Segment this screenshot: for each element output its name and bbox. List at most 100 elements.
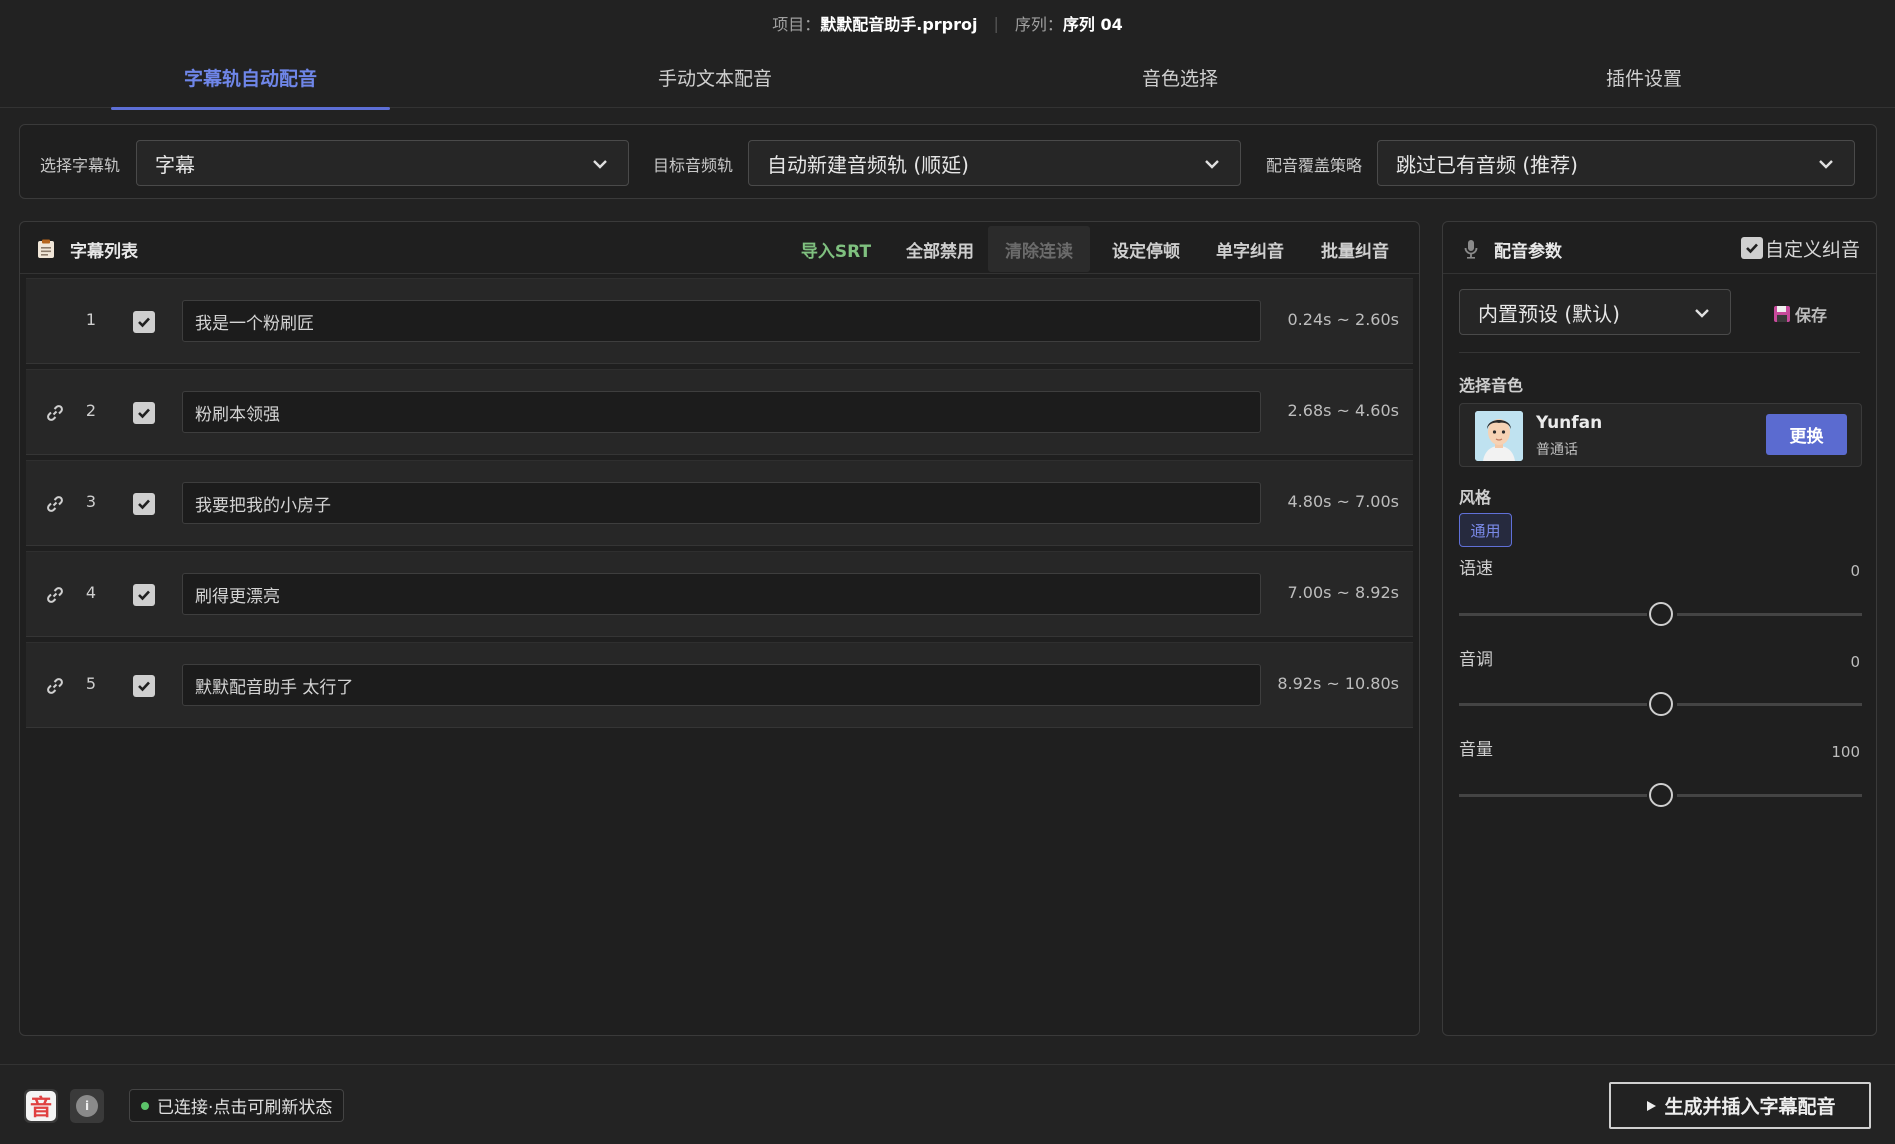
pitch-label: 音调 <box>1459 650 1493 670</box>
subtitle-list-header: 字幕列表 导入SRT 全部禁用 清除连读 设定停顿 单字纠音 批量纠音 <box>20 222 1419 274</box>
slider-track-left <box>1459 703 1647 706</box>
subtitle-row: 1 我是一个粉刷匠 0.24s ~ 2.60s <box>26 278 1413 364</box>
link-icon[interactable] <box>46 495 64 513</box>
save-preset-label: 保存 <box>1795 306 1828 325</box>
selector-bar: 选择字幕轨 字幕 目标音频轨 自动新建音频轨 (顺延) 配音覆盖策略 跳过已有音… <box>19 124 1877 199</box>
row-time-range: 4.80s ~ 7.00s <box>1287 492 1400 511</box>
subtitle-track-select[interactable]: 字幕 <box>136 140 629 186</box>
floppy-disk-icon <box>1774 306 1790 322</box>
row-enable-checkbox[interactable] <box>133 493 155 515</box>
single-correct-button[interactable]: 单字纠音 <box>1202 226 1298 272</box>
slider-thumb[interactable] <box>1649 783 1673 807</box>
speed-label: 语速 <box>1459 559 1493 579</box>
sequence-label: 序列： <box>1014 15 1063 34</box>
voice-name: Yunfan <box>1536 413 1603 433</box>
divider <box>1459 352 1860 353</box>
custom-correct-checkbox[interactable] <box>1741 237 1763 259</box>
row-index: 5 <box>85 674 97 693</box>
voice-language: 普通话 <box>1536 442 1578 458</box>
chevron-down-icon <box>1819 160 1833 169</box>
slider-track-left <box>1459 794 1647 797</box>
row-time-range: 0.24s ~ 2.60s <box>1287 310 1400 329</box>
voice-section-label: 选择音色 <box>1459 376 1524 395</box>
save-preset-button[interactable]: 保存 <box>1773 302 1827 326</box>
disable-all-button[interactable]: 全部禁用 <box>892 226 988 272</box>
preset-select[interactable]: 内置预设 (默认) <box>1459 289 1731 335</box>
overwrite-select[interactable]: 跳过已有音频 (推荐) <box>1377 140 1855 186</box>
info-icon: i <box>76 1095 98 1117</box>
row-enable-checkbox[interactable] <box>133 675 155 697</box>
speed-value: 0 <box>1850 562 1860 580</box>
status-dot-icon <box>141 1101 149 1110</box>
audio-track-select[interactable]: 自动新建音频轨 (顺延) <box>748 140 1241 186</box>
row-text-input[interactable]: 刷得更漂亮 <box>182 573 1261 615</box>
change-voice-button[interactable]: 更换 <box>1766 414 1847 455</box>
slider-thumb[interactable] <box>1649 692 1673 716</box>
tab-manual-text-dub[interactable]: 手动文本配音 <box>590 46 840 108</box>
overwrite-value: 跳过已有音频 (推荐) <box>1396 152 1578 177</box>
row-index: 3 <box>85 492 97 511</box>
row-enable-checkbox[interactable] <box>133 584 155 606</box>
preset-value: 内置预设 (默认) <box>1478 301 1620 326</box>
app-logo: 音 <box>24 1089 58 1123</box>
chevron-down-icon <box>593 160 607 169</box>
volume-label: 音量 <box>1459 740 1493 760</box>
footer-bar: 音 i 已连接·点击可刷新状态 生成并插入字幕配音 <box>0 1064 1895 1144</box>
dub-params-panel: 配音参数 自定义纠音 内置预设 (默认) 保存 选择音色 Yunfan 普通话 … <box>1442 221 1877 1036</box>
tab-voice-select[interactable]: 音色选择 <box>1055 46 1305 108</box>
status-text: 已连接·点击可刷新状态 <box>157 1098 333 1118</box>
volume-value: 100 <box>1831 743 1860 761</box>
row-time-range: 2.68s ~ 4.60s <box>1287 401 1400 420</box>
tab-subtitle-auto-dub[interactable]: 字幕轨自动配音 <box>111 46 390 110</box>
speed-slider[interactable] <box>1459 602 1862 626</box>
checkmark-icon <box>138 317 150 328</box>
info-button[interactable]: i <box>70 1089 104 1123</box>
subtitle-row: 3 我要把我的小房子 4.80s ~ 7.00s <box>26 460 1413 546</box>
microphone-icon <box>1464 240 1478 259</box>
pitch-value: 0 <box>1850 653 1860 671</box>
row-index: 1 <box>85 310 97 329</box>
subtitle-list-panel: 字幕列表 导入SRT 全部禁用 清除连读 设定停顿 单字纠音 批量纠音 1 我是… <box>19 221 1420 1036</box>
tab-plugin-settings[interactable]: 插件设置 <box>1519 46 1769 108</box>
style-section-label: 风格 <box>1459 488 1492 507</box>
row-enable-checkbox[interactable] <box>133 402 155 424</box>
project-name: 默默配音助手.prproj <box>820 15 978 34</box>
clipboard-icon <box>38 239 54 258</box>
row-text-input[interactable]: 粉刷本领强 <box>182 391 1261 433</box>
row-text-input[interactable]: 默默配音助手 太行了 <box>182 664 1261 706</box>
clear-liaison-button[interactable]: 清除连读 <box>988 226 1090 272</box>
sequence-name: 序列 04 <box>1062 15 1123 34</box>
batch-correct-button[interactable]: 批量纠音 <box>1307 226 1403 272</box>
row-time-range: 8.92s ~ 10.80s <box>1277 674 1399 693</box>
link-icon[interactable] <box>46 677 64 695</box>
generate-insert-button[interactable]: 生成并插入字幕配音 <box>1609 1082 1871 1129</box>
row-enable-checkbox[interactable] <box>133 311 155 333</box>
project-label: 项目： <box>772 15 821 34</box>
overwrite-label: 配音覆盖策略 <box>1266 156 1363 175</box>
play-icon <box>1647 1100 1657 1111</box>
connection-status[interactable]: 已连接·点击可刷新状态 <box>129 1089 345 1122</box>
header-separator: | <box>993 13 999 33</box>
link-icon[interactable] <box>46 404 64 422</box>
checkmark-icon <box>1746 243 1758 254</box>
voice-avatar <box>1475 411 1523 461</box>
row-text-input[interactable]: 我是一个粉刷匠 <box>182 300 1261 342</box>
row-time-range: 7.00s ~ 8.92s <box>1287 583 1400 602</box>
slider-thumb[interactable] <box>1649 602 1673 626</box>
link-icon[interactable] <box>46 586 64 604</box>
volume-slider[interactable] <box>1459 783 1862 807</box>
subtitle-row: 5 默默配音助手 太行了 8.92s ~ 10.80s <box>26 642 1413 728</box>
dub-params-title: 配音参数 <box>1494 242 1562 262</box>
row-index: 4 <box>85 583 97 602</box>
row-text-input[interactable]: 我要把我的小房子 <box>182 482 1261 524</box>
set-pause-button[interactable]: 设定停顿 <box>1098 226 1194 272</box>
checkmark-icon <box>138 499 150 510</box>
slider-track-left <box>1459 613 1647 616</box>
pitch-slider[interactable] <box>1459 692 1862 716</box>
subtitle-row: 4 刷得更漂亮 7.00s ~ 8.92s <box>26 551 1413 637</box>
style-tag-general[interactable]: 通用 <box>1459 513 1512 547</box>
row-index: 2 <box>85 401 97 420</box>
custom-correct-label: 自定义纠音 <box>1764 239 1860 261</box>
generate-label: 生成并插入字幕配音 <box>1664 1096 1836 1118</box>
import-srt-button[interactable]: 导入SRT <box>796 226 876 272</box>
